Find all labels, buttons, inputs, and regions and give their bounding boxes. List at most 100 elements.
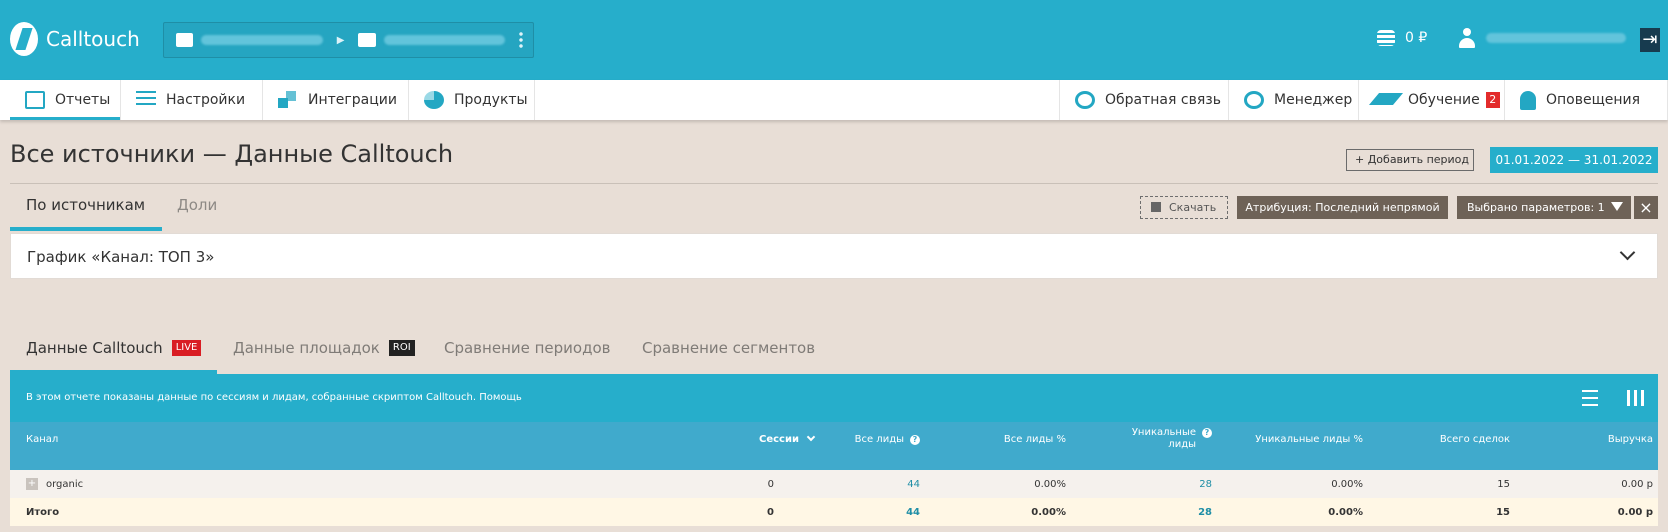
nav-feedback[interactable]: Обратная связь <box>1059 80 1229 120</box>
settings-icon <box>136 91 156 109</box>
header-unique-leads-line2: лиды <box>1168 439 1196 450</box>
nav-notifications[interactable]: Оповещения <box>1505 80 1668 120</box>
tab-calltouch-data-label: Данные Calltouch <box>26 339 163 357</box>
sessions-cell: 0 <box>767 479 774 490</box>
chevron-right-icon: ▶ <box>336 34 345 46</box>
coins-icon <box>1377 30 1395 46</box>
table-row[interactable]: + organic 0 44 0.00% 28 0.00% 15 0.00 р <box>10 470 1658 498</box>
graduation-cap-icon <box>1374 91 1398 109</box>
filter-parameters-button[interactable]: Выбрано параметров: 1 <box>1457 196 1631 219</box>
total-unique-leads-percent: 0.00% <box>1328 507 1363 518</box>
expand-row-icon[interactable]: + <box>26 478 38 490</box>
tab-segment-comparison[interactable]: Сравнение сегментов <box>642 339 815 357</box>
bell-icon <box>1520 90 1536 110</box>
help-icon[interactable]: ? <box>910 435 920 445</box>
roi-badge: ROI <box>388 340 415 356</box>
total-deals: 15 <box>1496 507 1510 518</box>
download-button[interactable]: Скачать <box>1140 196 1228 219</box>
header-all-leads-percent[interactable]: Все лиды % <box>956 434 1066 446</box>
table-total-row: Итого 0 44 0.00% 28 0.00% 15 0.00 р <box>10 498 1658 526</box>
integrations-icon <box>278 91 298 109</box>
attribution-selector[interactable]: Атрибуция: Последний непрямой <box>1237 196 1448 219</box>
tab-calltouch-data[interactable]: Данные Calltouch LIVE <box>26 339 202 357</box>
total-sessions: 0 <box>767 507 774 518</box>
total-all-leads-percent: 0.00% <box>1031 507 1066 518</box>
report-info-bar: В этом отчете показаны данные по сессиям… <box>10 374 1658 422</box>
logout-icon[interactable]: ⇥ <box>1640 28 1660 52</box>
report-info-text: В этом отчете показаны данные по сессиям… <box>26 392 522 403</box>
clear-filter-icon[interactable]: × <box>1634 196 1658 219</box>
nav-integrations-label: Интеграции <box>308 92 397 108</box>
manager-icon <box>1244 91 1264 109</box>
header-total-deals[interactable]: Всего сделок <box>1340 434 1510 446</box>
add-period-button[interactable]: + Добавить период <box>1346 149 1474 171</box>
header-sessions-label: Сессии <box>759 434 799 445</box>
balance-value: 0 ₽ <box>1405 30 1428 46</box>
nav-reports-label: Отчеты <box>55 92 111 108</box>
header-divider <box>10 183 1658 184</box>
nav-manager[interactable]: Менеджер <box>1229 80 1359 120</box>
active-subtab-indicator <box>10 227 162 231</box>
brand-name: Calltouch <box>46 27 140 51</box>
feedback-icon <box>1075 91 1095 109</box>
nav-reports[interactable]: Отчеты <box>10 80 121 120</box>
sort-descending-icon <box>806 432 816 442</box>
total-label: Итого <box>26 507 60 518</box>
site-icon <box>358 33 376 47</box>
tab-period-comparison[interactable]: Сравнение периодов <box>444 339 611 357</box>
header-channel[interactable]: Канал <box>26 434 58 446</box>
subtab-by-sources[interactable]: По источникам <box>26 196 145 214</box>
more-vertical-icon[interactable] <box>519 31 523 49</box>
tab-platform-data-label: Данные площадок <box>233 339 380 357</box>
nav-notifications-label: Оповещения <box>1546 92 1641 108</box>
date-range-selector[interactable]: 01.01.2022 — 31.01.2022 <box>1490 147 1658 173</box>
total-all-leads[interactable]: 44 <box>820 507 920 519</box>
top-header: Calltouch ▶ 0 ₽ ⇥ <box>0 0 1668 80</box>
nav-settings[interactable]: Настройки <box>121 80 263 120</box>
calltouch-logo-icon <box>10 22 38 56</box>
tab-platform-data[interactable]: Данные площадок ROI <box>233 339 415 357</box>
all-leads-percent-cell: 0.00% <box>1034 479 1066 490</box>
nav-settings-label: Настройки <box>166 92 246 108</box>
header-all-leads[interactable]: Все лиды? <box>820 434 920 446</box>
page-title: Все источники — Данные Calltouch <box>10 140 454 168</box>
unique-leads-percent-cell: 0.00% <box>1331 479 1363 490</box>
products-icon <box>424 91 444 109</box>
balance[interactable]: 0 ₽ <box>1377 30 1427 46</box>
header-all-leads-label: Все лиды <box>854 434 904 445</box>
nav-feedback-label: Обратная связь <box>1105 92 1221 108</box>
nav-products-label: Продукты <box>454 92 528 108</box>
hidden-site-name <box>383 35 506 45</box>
subtab-shares[interactable]: Доли <box>177 196 217 214</box>
nav-learning-label: Обучение <box>1408 92 1480 108</box>
channel-cell: organic <box>46 479 84 490</box>
live-badge: LIVE <box>171 340 202 356</box>
nav-manager-label: Менеджер <box>1274 92 1353 108</box>
project-selector[interactable]: ▶ <box>163 22 534 58</box>
calltouch-logo[interactable]: Calltouch <box>10 22 140 56</box>
header-revenue[interactable]: Выручка <box>1543 434 1653 446</box>
header-unique-leads-line1: Уникальные <box>1131 427 1196 438</box>
header-sessions[interactable]: Сессии <box>714 432 816 446</box>
deals-cell: 15 <box>1497 479 1510 490</box>
nav-learning[interactable]: Обучение 2 <box>1359 80 1505 120</box>
list-settings-icon[interactable] <box>1582 390 1598 406</box>
all-leads-cell[interactable]: 44 <box>820 479 920 491</box>
total-revenue: 0.00 р <box>1617 507 1653 518</box>
hidden-user-email <box>1486 33 1626 43</box>
chart-title: График «Канал: ТОП 3» <box>27 248 215 266</box>
report-icon <box>25 91 45 109</box>
briefcase-icon <box>176 33 194 47</box>
nav-integrations[interactable]: Интеграции <box>263 80 409 120</box>
learning-count-badge: 2 <box>1485 92 1500 108</box>
nav-products[interactable]: Продукты <box>409 80 535 120</box>
table-header: Канал Сессии Все лиды? Все лиды % Уникал… <box>10 422 1658 470</box>
main-navigation: Отчеты Настройки Интеграции Продукты Обр… <box>0 80 1668 120</box>
chart-accordion[interactable]: График «Канал: ТОП 3» <box>10 233 1658 279</box>
columns-icon[interactable] <box>1627 390 1645 406</box>
chevron-down-icon[interactable] <box>1619 244 1636 261</box>
hidden-account-name <box>201 35 323 45</box>
header-unique-leads-percent[interactable]: Уникальные лиды % <box>1193 434 1363 446</box>
user-icon <box>1458 28 1476 48</box>
user-menu[interactable] <box>1458 28 1626 48</box>
